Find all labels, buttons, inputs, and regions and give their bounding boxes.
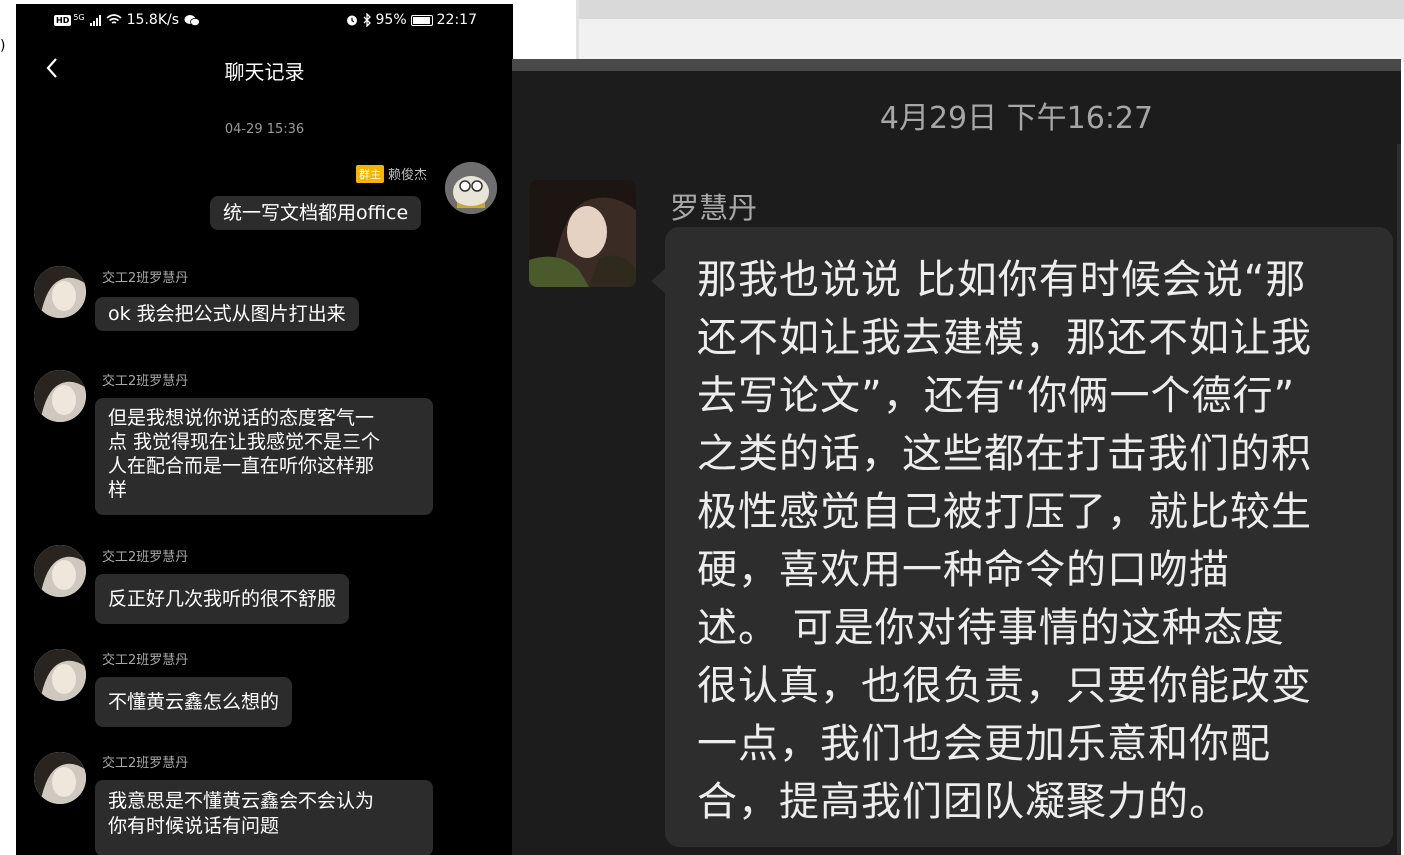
sender-avatar[interactable] <box>34 649 86 701</box>
own-avatar[interactable] <box>445 162 497 214</box>
message-bubble[interactable]: 反正好几次我听的很不舒服 <box>95 574 350 624</box>
profile-photo-icon <box>529 180 636 287</box>
wechat-icon <box>184 14 200 26</box>
message-sender-name: 交工2班罗慧丹 <box>102 271 189 286</box>
message-sender-name: 交工2班罗慧丹 <box>102 550 189 565</box>
network-type-label: 5G <box>73 12 85 22</box>
zoom-message-bubble[interactable]: 那我也说说 比如你有时候会说“那 还不如让我去建模，那还不如让我 去写论文”，还… <box>651 227 1393 847</box>
sender-avatar[interactable] <box>34 545 86 597</box>
own-sender-name: 赖俊杰 <box>387 168 427 183</box>
profile-photo-icon <box>34 545 86 597</box>
clock-time: 22:17 <box>436 12 477 28</box>
message-sender-name: 交工2班罗慧丹 <box>102 653 189 668</box>
message-timestamp: 04-29 15:36 <box>224 122 305 137</box>
network-speed: 15.8K/s <box>126 12 180 28</box>
page-title: 聊天记录 <box>224 60 305 84</box>
zoom-sender-name: 罗慧丹 <box>670 191 758 225</box>
hd-badge: HD <box>54 14 72 26</box>
battery-icon <box>410 14 433 26</box>
zoom-message-text: 那我也说说 比如你有时候会说“那 还不如让我去建模，那还不如让我 去写论文”，还… <box>697 257 1312 825</box>
navigation-bar: 聊天记录 <box>16 48 513 88</box>
message-bubble[interactable]: 我意思是不懂黄云鑫会不会认为 你有时候说话有问题 <box>95 780 433 855</box>
profile-photo-icon <box>34 370 86 422</box>
bluetooth-icon <box>363 13 371 27</box>
background-window-divider <box>576 0 579 62</box>
message-bubble[interactable]: 但是我想说你说话的态度客气一 点 我觉得现在让我感觉不是三个 人在配合而是一直在… <box>95 398 433 515</box>
message-bubble[interactable]: 不懂黄云鑫怎么想的 <box>95 677 293 727</box>
zoom-message-time: 4月29日 下午16:27 <box>879 101 1154 136</box>
cropped-text-fragment: ) <box>0 38 6 54</box>
zoom-sender-avatar[interactable] <box>529 180 636 287</box>
profile-photo-icon <box>34 649 86 701</box>
sender-avatar[interactable] <box>34 370 86 422</box>
own-message-bubble[interactable]: 统一写文档都用office <box>210 196 422 230</box>
cartoon-avatar-icon <box>445 162 497 214</box>
phone-chat-history-screen: HD 5G 15.8K/s 95% 22:17 聊天记录 04-29 15:36… <box>16 4 513 855</box>
sender-avatar[interactable] <box>34 266 86 318</box>
profile-photo-icon <box>34 752 86 804</box>
own-sender-line: 群主 赖俊杰 <box>355 164 427 183</box>
message-bubble[interactable]: ok 我会把公式从图片打出来 <box>95 297 359 331</box>
background-window-titlebar <box>576 0 1404 19</box>
background-window <box>576 0 1404 62</box>
group-owner-badge: 群主 <box>355 164 384 183</box>
zoom-view-top-border <box>512 59 1401 71</box>
zoomed-message-view: 4月29日 下午16:27 罗慧丹 那我也说说 比如你有时候会说“那 还不如让我… <box>512 59 1401 855</box>
alarm-icon <box>346 15 357 26</box>
message-sender-name: 交工2班罗慧丹 <box>102 756 189 771</box>
profile-photo-icon <box>34 266 86 318</box>
battery-percent: 95% <box>375 12 407 28</box>
signal-icon <box>89 14 101 26</box>
message-sender-name: 交工2班罗慧丹 <box>102 374 189 389</box>
zoom-view-right-edge <box>1397 144 1401 854</box>
wifi-icon <box>106 14 122 24</box>
sender-avatar[interactable] <box>34 752 86 804</box>
status-bar: HD 5G 15.8K/s 95% 22:17 <box>16 4 513 36</box>
